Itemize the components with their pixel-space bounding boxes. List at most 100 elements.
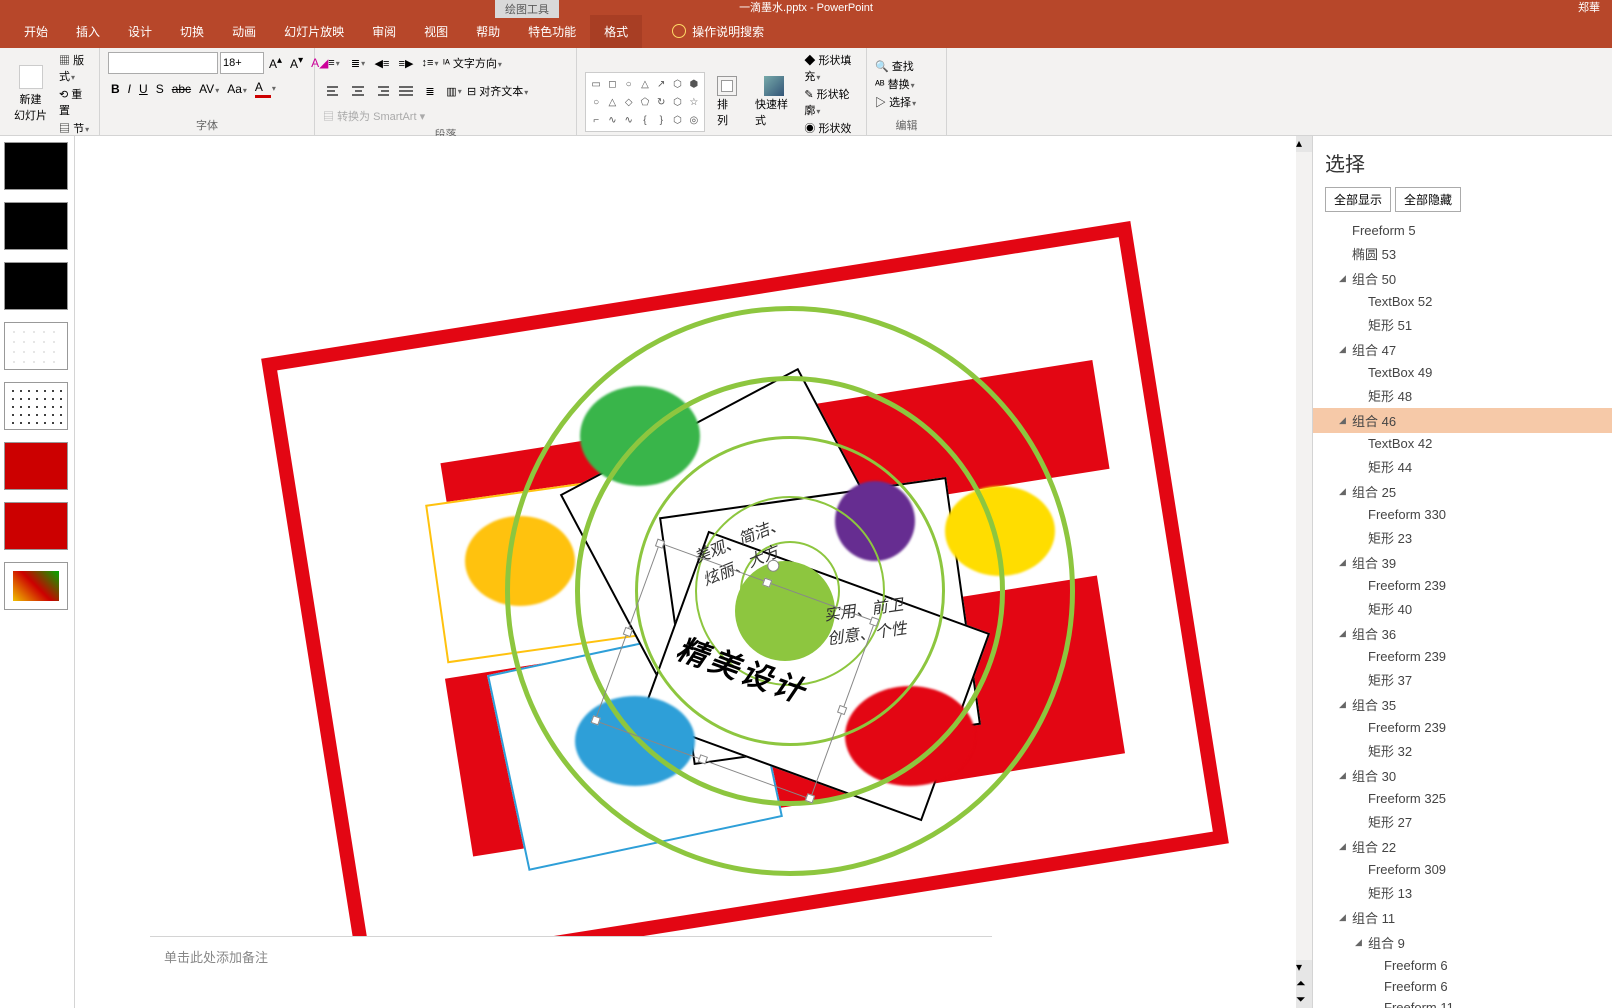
decrease-font-button[interactable]: A▾	[287, 55, 306, 71]
selection-tree-item[interactable]: Freeform 239	[1313, 717, 1612, 738]
selection-tree-item[interactable]: ◢组合 50	[1313, 266, 1612, 291]
font-family-select[interactable]	[108, 52, 218, 74]
selection-tree-item[interactable]: TextBox 52	[1313, 291, 1612, 312]
selection-tree-item[interactable]: Freeform 239	[1313, 646, 1612, 667]
arrange-button[interactable]: 排列	[711, 74, 743, 130]
shadow-button[interactable]: S	[153, 82, 167, 96]
align-text-button[interactable]: ⊟ 对齐文本▾	[467, 83, 528, 99]
selection-tree-item[interactable]: Freeform 11	[1313, 997, 1612, 1008]
vertical-scrollbar[interactable]: ▴ ▾ ⏶ ⏷	[1296, 136, 1312, 1008]
slide-thumbnails-panel[interactable]	[0, 136, 75, 1008]
menu-tab-幻灯片放映[interactable]: 幻灯片放映	[270, 15, 358, 48]
slide-canvas[interactable]: 美观、简洁、 炫丽、大方 实用、前卫 创意、个性 精美设计	[165, 146, 1180, 916]
new-slide-button[interactable]: 新建 幻灯片	[8, 63, 53, 125]
strikethrough-button[interactable]: abc	[169, 82, 194, 96]
selection-tree-item[interactable]: ◢组合 35	[1313, 692, 1612, 717]
quick-styles-button[interactable]: 快速样式	[749, 74, 798, 130]
selection-tree-item[interactable]: 矩形 40	[1313, 596, 1612, 621]
select-button[interactable]: ▷ 选择▾	[875, 94, 938, 110]
slide-canvas-area[interactable]: 美观、简洁、 炫丽、大方 实用、前卫 创意、个性 精美设计 ▴ ▾ ⏶ ⏷ 单击…	[75, 136, 1312, 1008]
selection-tree-item[interactable]: 矩形 27	[1313, 809, 1612, 834]
menu-tab-视图[interactable]: 视图	[410, 15, 462, 48]
increase-indent-button[interactable]: ≡▶	[395, 52, 417, 74]
bullets-button[interactable]: ≡▾	[323, 52, 345, 74]
font-color-button[interactable]: A▾	[252, 80, 279, 98]
slide-thumb[interactable]	[4, 262, 68, 310]
shape-outline-button[interactable]: ✎ 形状轮廓▾	[804, 86, 858, 118]
scroll-down-button[interactable]: ▾	[1296, 960, 1312, 976]
bold-button[interactable]: B	[108, 82, 123, 96]
slide-thumb[interactable]	[4, 322, 68, 370]
slide-thumb[interactable]	[4, 382, 68, 430]
selection-tree-item[interactable]: ◢组合 47	[1313, 337, 1612, 362]
align-right-button[interactable]	[371, 80, 393, 102]
selection-tree-item[interactable]: TextBox 42	[1313, 433, 1612, 454]
replace-button[interactable]: ᴬᴮ 替换▾	[875, 76, 938, 92]
menu-tab-特色功能[interactable]: 特色功能	[514, 15, 590, 48]
slide-thumb[interactable]	[4, 442, 68, 490]
distribute-button[interactable]: ≣	[419, 80, 441, 102]
selection-tree-item[interactable]: ◢组合 22	[1313, 834, 1612, 859]
selection-tree-item[interactable]: Freeform 330	[1313, 504, 1612, 525]
italic-button[interactable]: I	[125, 82, 134, 96]
selection-tree-item[interactable]: ◢组合 36	[1313, 621, 1612, 646]
char-spacing-button[interactable]: AV▾	[196, 82, 222, 96]
selection-tree-item[interactable]: Freeform 239	[1313, 575, 1612, 596]
text-direction-button[interactable]: ᴵᴬ 文字方向▾	[443, 55, 502, 71]
selection-tree-item[interactable]: Freeform 309	[1313, 859, 1612, 880]
increase-font-button[interactable]: A▴	[266, 55, 285, 71]
user-name[interactable]: 郑華	[1578, 0, 1600, 15]
slide-thumb[interactable]	[4, 502, 68, 550]
shapes-gallery[interactable]: ▭◻○△↗⬡⬢ ○△◇⬠↻⬡☆ ⌐∿∿{}⬡◎	[585, 72, 705, 132]
menu-tab-格式[interactable]: 格式	[590, 15, 642, 48]
menu-tab-审阅[interactable]: 审阅	[358, 15, 410, 48]
shape-fill-button[interactable]: ◆ 形状填充▾	[804, 52, 858, 84]
menu-tab-帮助[interactable]: 帮助	[462, 15, 514, 48]
selection-tree-item[interactable]: ◢组合 11	[1313, 905, 1612, 930]
menu-tab-开始[interactable]: 开始	[10, 15, 62, 48]
selection-tree-item[interactable]: 矩形 32	[1313, 738, 1612, 763]
layout-button[interactable]: ▦ 版式▾	[59, 52, 91, 84]
font-size-select[interactable]	[220, 52, 264, 74]
notes-input[interactable]: 单击此处添加备注	[150, 936, 992, 1008]
line-spacing-button[interactable]: ↕≡▾	[419, 52, 441, 74]
menu-tab-动画[interactable]: 动画	[218, 15, 270, 48]
section-button[interactable]: ▤ 节▾	[59, 120, 91, 136]
columns-button[interactable]: ▥▾	[443, 80, 465, 102]
selection-tree-item[interactable]: 矩形 13	[1313, 880, 1612, 905]
selection-tree-item[interactable]: TextBox 49	[1313, 362, 1612, 383]
selection-tree-item[interactable]: ◢组合 25	[1313, 479, 1612, 504]
menu-tab-切换[interactable]: 切换	[166, 15, 218, 48]
selection-tree-item[interactable]: 椭圆 53	[1313, 241, 1612, 266]
selection-tree-item[interactable]: Freeform 6	[1313, 955, 1612, 976]
hide-all-button[interactable]: 全部隐藏	[1395, 187, 1461, 212]
decrease-indent-button[interactable]: ◀≡	[371, 52, 393, 74]
underline-button[interactable]: U	[136, 82, 151, 96]
prev-slide-button[interactable]: ⏶	[1296, 976, 1312, 992]
selection-tree-item[interactable]: Freeform 5	[1313, 220, 1612, 241]
align-center-button[interactable]	[347, 80, 369, 102]
selection-tree-item[interactable]: 矩形 48	[1313, 383, 1612, 408]
selection-tree-item[interactable]: 矩形 23	[1313, 525, 1612, 550]
menu-tab-插入[interactable]: 插入	[62, 15, 114, 48]
selection-tree-item[interactable]: 矩形 51	[1313, 312, 1612, 337]
reset-button[interactable]: ⟲ 重置	[59, 86, 91, 118]
selection-tree-item[interactable]: Freeform 6	[1313, 976, 1612, 997]
selection-tree-item[interactable]: 矩形 37	[1313, 667, 1612, 692]
slide-thumb[interactable]	[4, 142, 68, 190]
selection-tree-item[interactable]: ◢组合 46	[1313, 408, 1612, 433]
slide-thumb[interactable]	[4, 562, 68, 610]
tell-me-search[interactable]: 操作说明搜索	[672, 23, 764, 40]
selection-tree-item[interactable]: ◢组合 39	[1313, 550, 1612, 575]
numbering-button[interactable]: ≣▾	[347, 52, 369, 74]
slide-thumb[interactable]	[4, 202, 68, 250]
justify-button[interactable]	[395, 80, 417, 102]
align-left-button[interactable]	[323, 80, 345, 102]
selection-tree-item[interactable]: Freeform 325	[1313, 788, 1612, 809]
scroll-up-button[interactable]: ▴	[1296, 136, 1312, 152]
selection-tree-item[interactable]: ◢组合 9	[1313, 930, 1612, 955]
show-all-button[interactable]: 全部显示	[1325, 187, 1391, 212]
find-button[interactable]: 🔍 查找	[875, 58, 938, 74]
selection-tree-item[interactable]: 矩形 44	[1313, 454, 1612, 479]
next-slide-button[interactable]: ⏷	[1296, 992, 1312, 1008]
